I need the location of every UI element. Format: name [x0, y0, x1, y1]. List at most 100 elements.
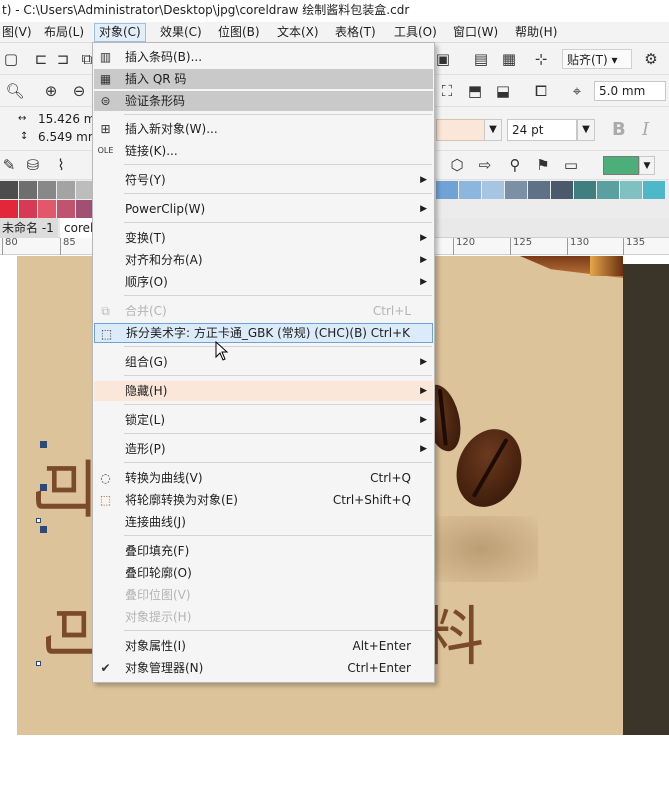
- menu-item-overprint-bitmap[interactable]: 叠印位图(V): [94, 585, 433, 605]
- menu-item-outline-to-object[interactable]: ⬚ 将轮廓转换为对象(E) Ctrl+Shift+Q: [94, 490, 433, 510]
- arrow-shape-icon[interactable]: ⇨: [474, 154, 496, 176]
- menu-item-overprint-outline[interactable]: 叠印轮廓(O): [94, 563, 433, 583]
- font-dropdown-arrow[interactable]: ▼: [484, 119, 502, 141]
- color-swatch[interactable]: [57, 181, 75, 199]
- menu-item-hide[interactable]: 隐藏(H) ▶: [94, 381, 433, 401]
- color-swatch[interactable]: [643, 181, 665, 199]
- zoom-out-icon[interactable]: ⊖: [68, 80, 90, 102]
- menu-item-insert-qr[interactable]: ▦ 插入 QR 码: [94, 69, 433, 89]
- snap-dropdown[interactable]: 贴齐(T) ▾: [562, 49, 632, 69]
- color-swatch[interactable]: [19, 200, 37, 218]
- color-swatch[interactable]: [436, 181, 458, 199]
- color-swatch[interactable]: [57, 200, 75, 218]
- menu-tools[interactable]: 工具(O): [390, 23, 441, 42]
- menu-view[interactable]: 图(V): [0, 23, 36, 42]
- italic-icon[interactable]: I: [642, 119, 649, 140]
- eyedropper-icon[interactable]: ⌇: [50, 154, 72, 176]
- snap-object-icon[interactable]: ⧠: [530, 80, 552, 102]
- color-swatch[interactable]: [459, 181, 481, 199]
- color-swatch[interactable]: [574, 181, 596, 199]
- menu-item-transform[interactable]: 变换(T) ▶: [94, 228, 433, 248]
- color-swatch[interactable]: [551, 181, 573, 199]
- align-icon[interactable]: ⊏: [30, 48, 52, 70]
- menu-table[interactable]: 表格(T): [331, 23, 380, 42]
- export-icon[interactable]: ⊐: [52, 48, 74, 70]
- color-swatch[interactable]: [19, 181, 37, 199]
- menu-item-lock[interactable]: 锁定(L) ▶: [94, 410, 433, 430]
- package-box-side[interactable]: [623, 264, 669, 735]
- fill-color-dropdown[interactable]: ▼: [639, 156, 655, 175]
- open-icon[interactable]: ▢: [0, 48, 22, 70]
- rulers-icon[interactable]: ▤: [470, 48, 492, 70]
- font-name-field[interactable]: [436, 119, 486, 141]
- menu-item-convert-to-curves[interactable]: ◌ 转换为曲线(V) Ctrl+Q: [94, 468, 433, 488]
- magnifier-barcode-icon: ⊜: [100, 94, 111, 108]
- menu-item-powerclip[interactable]: PowerClip(W) ▶: [94, 199, 433, 219]
- menu-item-insert-barcode[interactable]: ▥ 插入条码(B)...: [94, 47, 433, 67]
- menu-layout[interactable]: 布局(L): [40, 23, 88, 42]
- color-swatch[interactable]: [597, 181, 619, 199]
- grid-icon[interactable]: ▦: [498, 48, 520, 70]
- bold-icon[interactable]: B: [612, 119, 626, 140]
- menu-item-object-hints[interactable]: 对象提示(H): [94, 607, 433, 627]
- flowchart-icon[interactable]: ⚲: [504, 154, 526, 176]
- shapes-icon[interactable]: ⬡: [446, 154, 468, 176]
- color-swatch[interactable]: [0, 181, 18, 199]
- color-swatch[interactable]: [620, 181, 642, 199]
- menu-help[interactable]: 帮助(H): [511, 23, 561, 42]
- menu-effects[interactable]: 效果(C): [156, 23, 206, 42]
- menu-item-verify-barcode[interactable]: ⊜ 验证条形码: [94, 91, 433, 111]
- menu-item-shaping[interactable]: 造形(P) ▶: [94, 439, 433, 459]
- menu-item-object-properties[interactable]: 对象属性(I) Alt+Enter: [94, 636, 433, 656]
- menu-item-overprint-fill[interactable]: 叠印填充(F): [94, 541, 433, 561]
- selection-handle[interactable]: [40, 526, 47, 533]
- menu-item-join-curves[interactable]: 连接曲线(J): [94, 512, 433, 532]
- color-swatch[interactable]: [38, 200, 56, 218]
- zoom-icon[interactable]: 🔍︎: [4, 80, 26, 102]
- align-top-icon[interactable]: ⬒: [464, 80, 486, 102]
- menu-item-break-apart[interactable]: ⬚ 拆分美术字: 方正卡通_GBK (常规) (CHC)(B) Ctrl+K: [94, 323, 433, 343]
- fullscreen-icon[interactable]: ▣: [432, 48, 454, 70]
- height-field[interactable]: 6.549 mm: [34, 129, 96, 147]
- menu-item-group[interactable]: 组合(G) ▶: [94, 352, 433, 372]
- align-bottom-icon[interactable]: ⬓: [492, 80, 514, 102]
- guides-icon[interactable]: ⊹: [530, 48, 552, 70]
- tab-document-1[interactable]: 未命名 -1: [0, 218, 58, 238]
- selection-handle[interactable]: [40, 441, 47, 448]
- menu-object[interactable]: 对象(C): [94, 23, 146, 42]
- ruler-tick: 120: [453, 238, 475, 255]
- pen-icon[interactable]: ✎: [0, 154, 20, 176]
- font-size-dropdown-arrow[interactable]: ▼: [577, 119, 595, 141]
- color-swatch[interactable]: [38, 181, 56, 199]
- zoom-in-icon[interactable]: ⊕: [40, 80, 62, 102]
- color-swatch[interactable]: [528, 181, 550, 199]
- selection-handle[interactable]: [36, 518, 41, 523]
- banner-icon[interactable]: ⚑: [532, 154, 554, 176]
- color-swatch[interactable]: [482, 181, 504, 199]
- menu-item-links[interactable]: OLE 链接(K)...: [94, 141, 433, 161]
- selection-handle[interactable]: [36, 661, 41, 666]
- menu-window[interactable]: 窗口(W): [449, 23, 502, 42]
- menu-item-symbols[interactable]: 符号(Y) ▶: [94, 170, 433, 190]
- font-size-field[interactable]: 24 pt: [507, 119, 577, 141]
- combine-icon: ⧉: [101, 304, 110, 318]
- menu-item-align-distribute[interactable]: 对齐和分布(A) ▶: [94, 250, 433, 270]
- transform-icon[interactable]: ⛶: [436, 80, 458, 102]
- settings-gear-icon[interactable]: ⚙: [640, 48, 662, 70]
- menu-item-insert-object[interactable]: ⊞ 插入新对象(W)...: [94, 119, 433, 139]
- selection-handle[interactable]: [40, 484, 47, 491]
- width-field[interactable]: 15.426 mm: [34, 111, 96, 129]
- menu-text[interactable]: 文本(X): [273, 23, 323, 42]
- nudge-distance-field[interactable]: 5.0 mm: [594, 81, 666, 101]
- menu-item-object-manager[interactable]: ✔ 对象管理器(N) Ctrl+Enter: [94, 658, 433, 678]
- nudge-icon[interactable]: ⌖: [566, 80, 588, 102]
- fill-color-swatch[interactable]: [603, 156, 639, 175]
- menu-item-combine[interactable]: ⧉ 合并(C) Ctrl+L: [94, 301, 433, 321]
- color-swatch[interactable]: [505, 181, 527, 199]
- callout-icon[interactable]: ▭: [560, 154, 582, 176]
- color-swatch[interactable]: [0, 200, 18, 218]
- fill-icon[interactable]: ⛁: [22, 154, 44, 176]
- menu-item-order[interactable]: 顺序(O) ▶: [94, 272, 433, 292]
- menu-bitmap[interactable]: 位图(B): [214, 23, 264, 42]
- break-apart-icon: ⬚: [100, 327, 113, 341]
